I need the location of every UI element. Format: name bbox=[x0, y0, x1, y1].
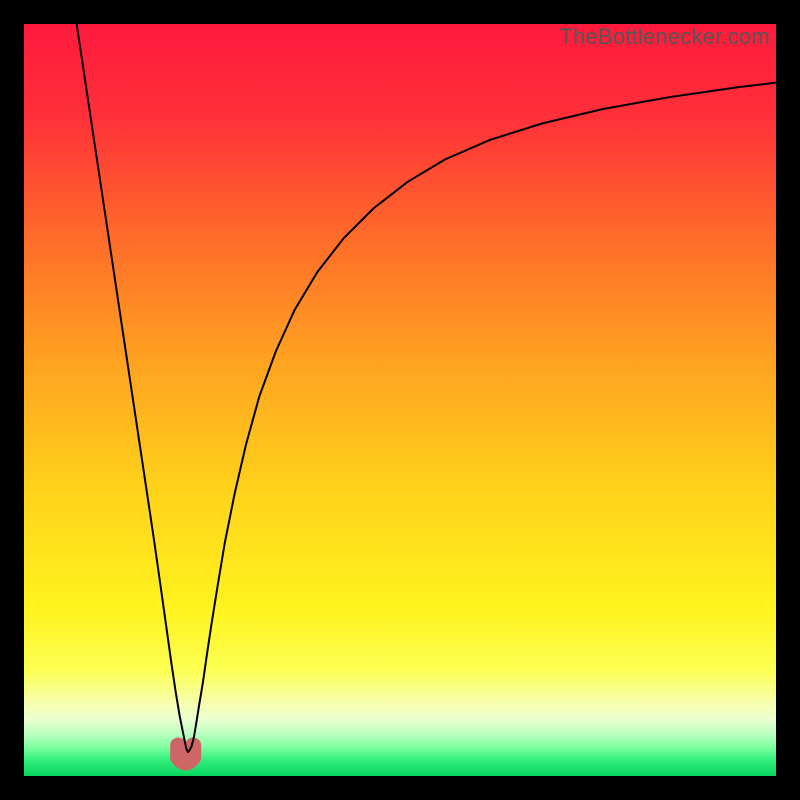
bottleneck-chart bbox=[24, 24, 776, 776]
chart-frame: TheBottlenecker.com bbox=[24, 24, 776, 776]
heatmap-background bbox=[24, 24, 776, 776]
watermark-text: TheBottlenecker.com bbox=[560, 24, 770, 50]
